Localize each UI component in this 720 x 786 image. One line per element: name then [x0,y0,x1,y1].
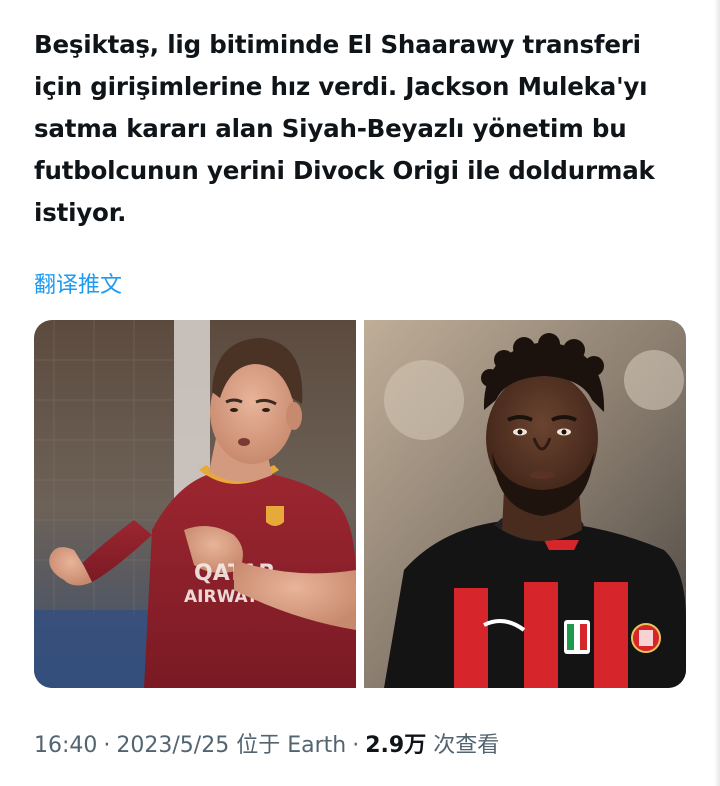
tweet-location: 位于 Earth [236,733,347,758]
media-grid[interactable]: QATAR AIRWAYS [34,320,686,688]
photo-left-graphic: QATAR AIRWAYS [34,320,356,688]
meta-separator: · [352,733,360,758]
views-label: 次查看 [433,733,500,758]
translate-tweet-link[interactable]: 翻译推文 [34,270,122,302]
photo-right-graphic [364,320,686,688]
tweet-date[interactable]: 2023/5/25 [116,733,229,758]
photo-el-shaarawy[interactable]: QATAR AIRWAYS [34,320,356,688]
tweet-time[interactable]: 16:40 [34,733,97,758]
tweet-meta: 16:40 · 2023/5/25 位于 Earth · 2.9万 次查看 [34,729,499,763]
views-count: 2.9万 [365,733,427,758]
photo-divock-origi[interactable] [364,320,686,688]
edge-shadow [714,0,720,786]
tweet-text: Beşiktaş, lig bitiminde El Shaarawy tran… [34,30,655,227]
meta-separator: · [103,733,111,758]
